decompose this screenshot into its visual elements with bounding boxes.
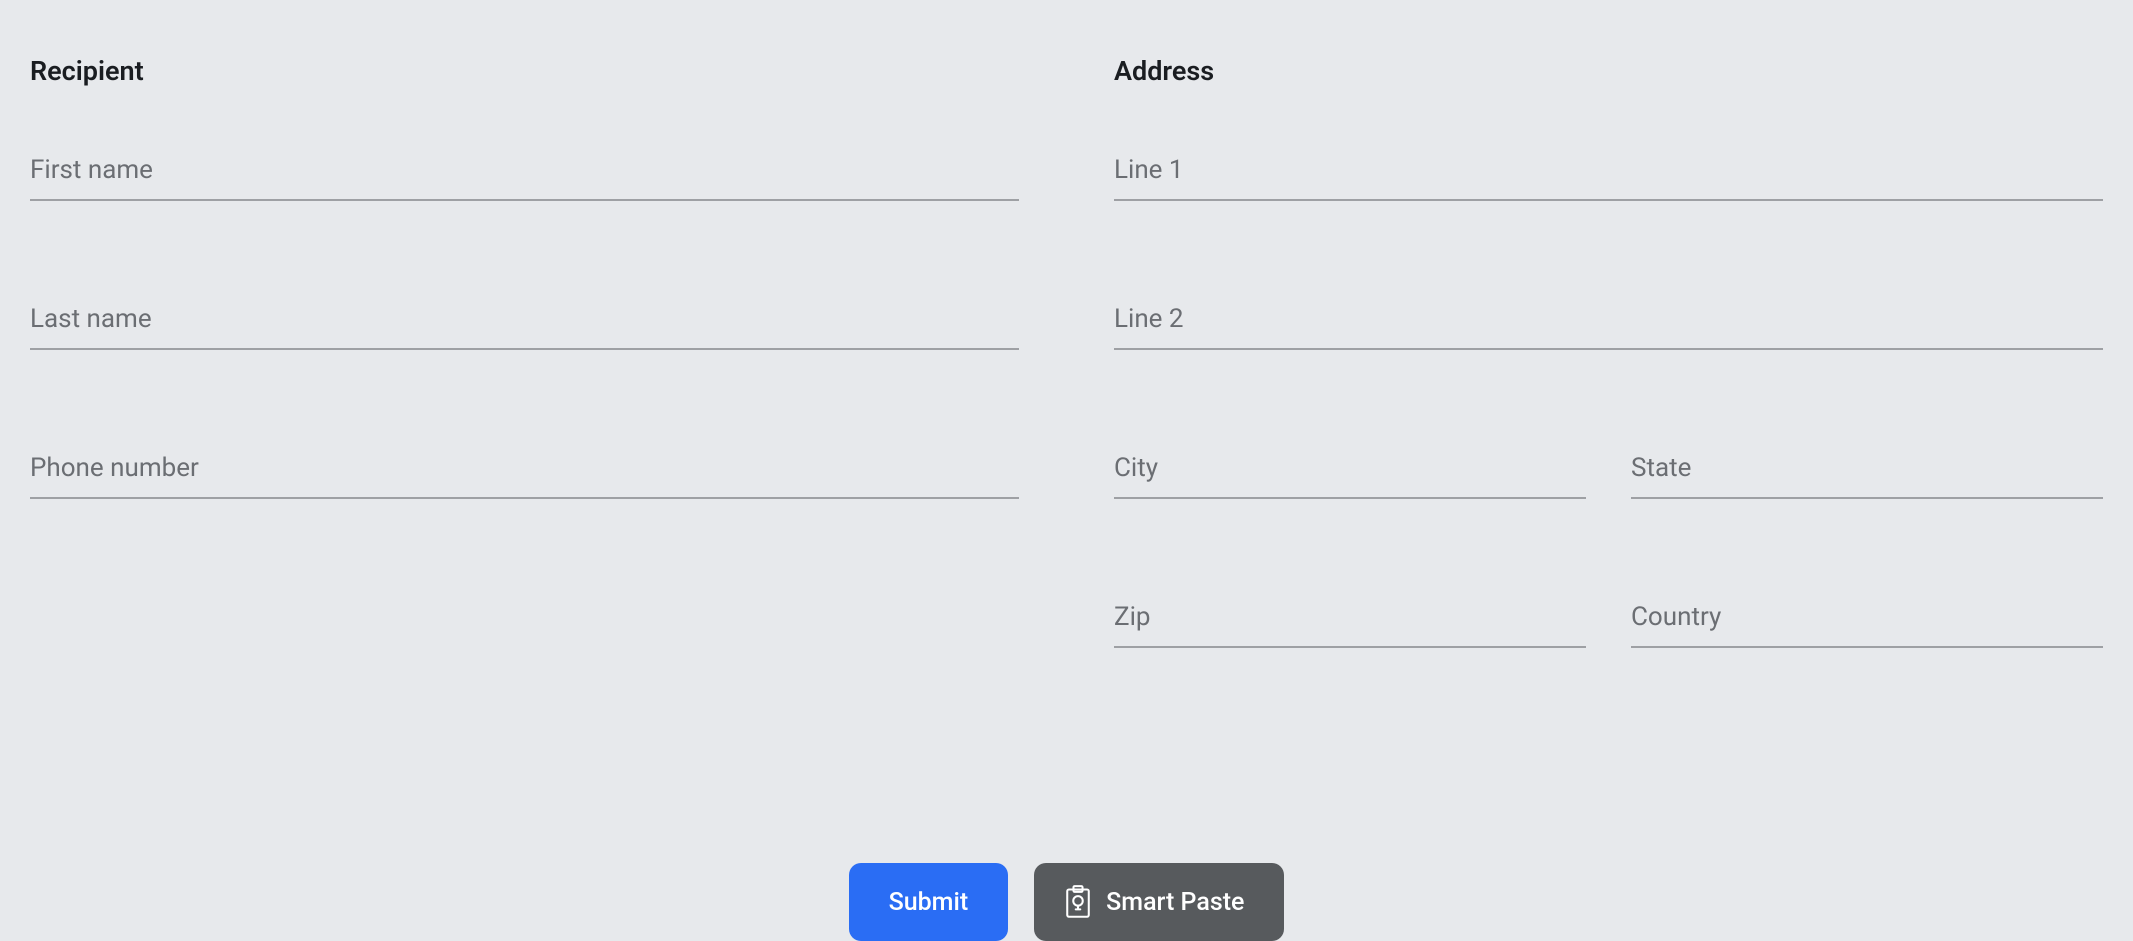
recipient-column: Recipient [30,55,1019,743]
address-line1-field-wrapper [1114,147,2103,201]
address-heading: Address [1114,55,2103,87]
smart-paste-button-label: Smart Paste [1106,888,1244,917]
smart-paste-button[interactable]: Smart Paste [1034,863,1284,941]
clipboard-lightbulb-icon [1064,885,1092,919]
state-field-wrapper [1631,445,2103,594]
state-input[interactable] [1631,445,2103,499]
address-column: Address [1114,55,2103,743]
zip-input[interactable] [1114,594,1586,648]
form-columns: Recipient Address [30,55,2103,743]
first-name-input[interactable] [30,147,1019,201]
submit-button-label: Submit [889,888,969,917]
city-state-row [1114,445,2103,594]
address-line2-input[interactable] [1114,296,2103,350]
last-name-field-wrapper [30,296,1019,350]
city-field-wrapper [1114,445,1586,499]
recipient-heading: Recipient [30,55,1019,87]
country-input[interactable] [1631,594,2103,648]
zip-country-row [1114,594,2103,743]
phone-field-wrapper [30,445,1019,499]
last-name-input[interactable] [30,296,1019,350]
first-name-field-wrapper [30,147,1019,201]
phone-number-input[interactable] [30,445,1019,499]
address-line2-field-wrapper [1114,296,2103,350]
country-field-wrapper [1631,594,2103,743]
city-input[interactable] [1114,445,1586,499]
address-line1-input[interactable] [1114,147,2103,201]
submit-button[interactable]: Submit [849,863,1009,941]
zip-field-wrapper [1114,594,1586,648]
form-container: Recipient Address [30,55,2103,877]
button-row: Submit Smart Paste [30,863,2103,941]
